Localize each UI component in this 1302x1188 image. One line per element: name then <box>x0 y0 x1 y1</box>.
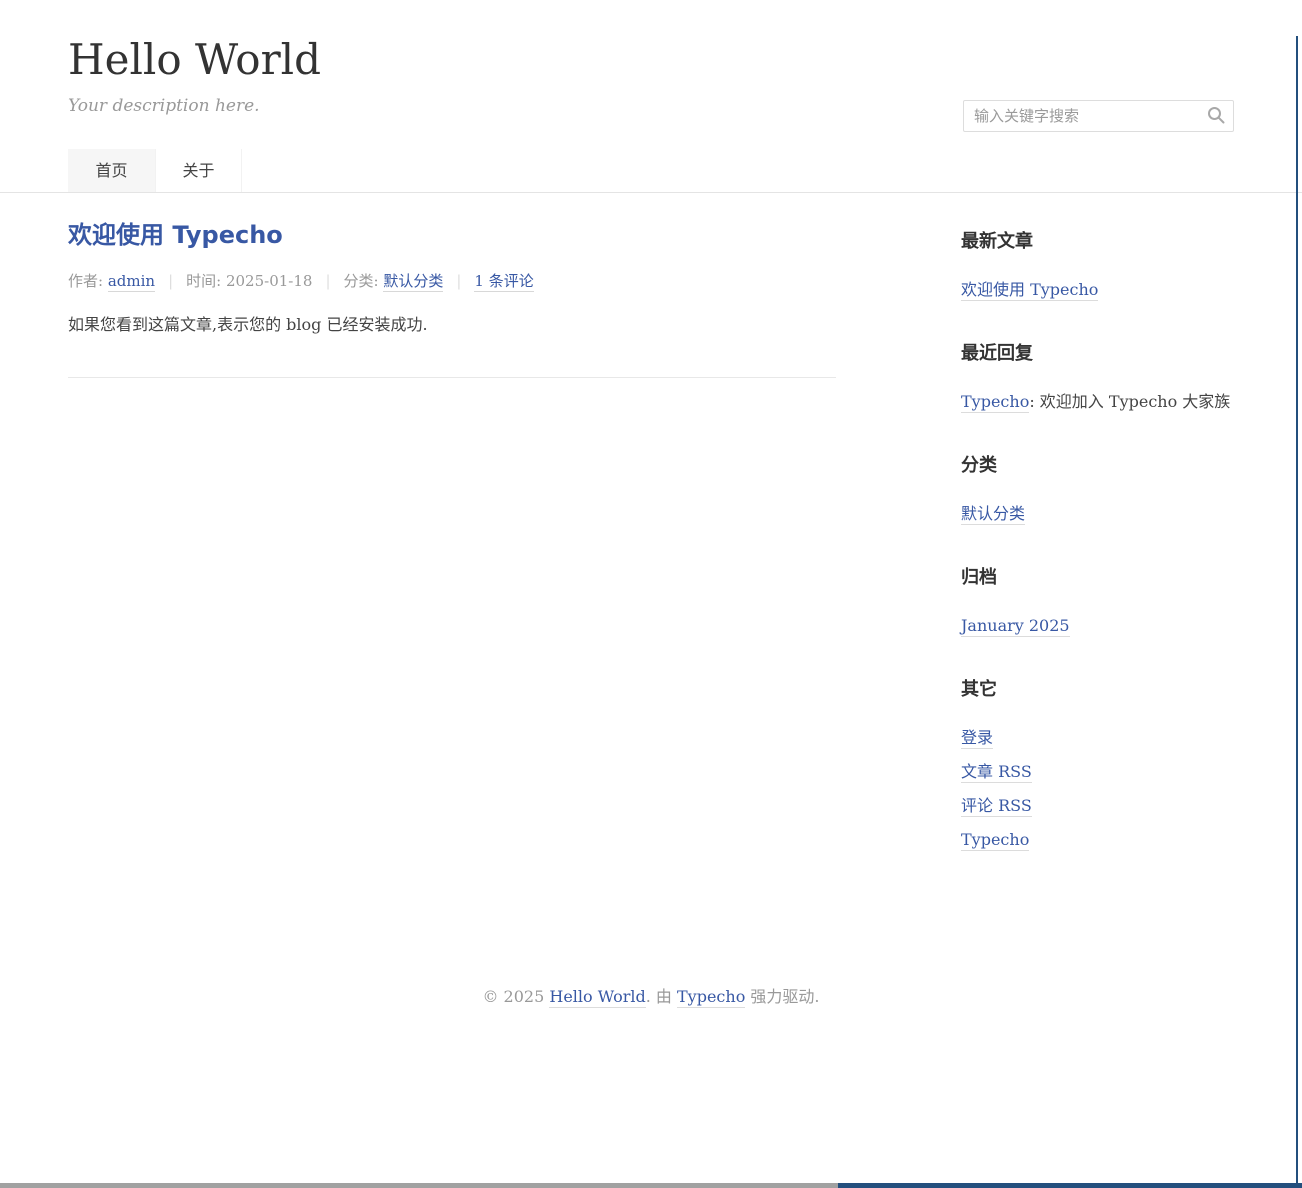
login-link[interactable]: 登录 <box>961 728 993 749</box>
widget-archives: 归档 January 2025 <box>961 565 1234 643</box>
widget-recent-comments: 最近回复 Typecho: 欢迎加入 Typecho 大家族 <box>961 341 1234 419</box>
list-item: 评论 RSS <box>961 789 1234 823</box>
search-button[interactable] <box>1203 104 1229 128</box>
list-item: 欢迎使用 Typecho <box>961 273 1234 307</box>
recent-post-link[interactable]: 欢迎使用 Typecho <box>961 280 1098 301</box>
search-form <box>963 100 1234 132</box>
site-footer: © 2025 Hello World. 由 Typecho 强力驱动. <box>0 986 1302 1008</box>
post-body: 如果您看到这篇文章,表示您的 blog 已经安装成功. <box>68 313 836 337</box>
page-title: Hello World <box>68 36 1234 84</box>
widget-title: 最新文章 <box>961 229 1234 255</box>
window-edge <box>1296 36 1298 1188</box>
widget-title: 分类 <box>961 453 1234 479</box>
post-title: 欢迎使用 Typecho <box>68 219 836 251</box>
main-nav: 首页 关于 <box>68 149 1234 192</box>
widget-categories: 分类 默认分类 <box>961 453 1234 531</box>
comments-link[interactable]: 1 条评论 <box>474 272 533 292</box>
author-label: 作者: <box>68 272 108 290</box>
widget-misc: 其它 登录 文章 RSS 评论 RSS Typecho <box>961 677 1234 857</box>
list-item: Typecho: 欢迎加入 Typecho 大家族 <box>961 385 1234 419</box>
taskbar-edge <box>0 1183 1302 1188</box>
post: 欢迎使用 Typecho 作者: admin | 时间: 2025-01-18 | 分类… <box>68 219 836 378</box>
footer-suffix-text: 强力驱动. <box>745 987 819 1006</box>
category-link[interactable]: 默认分类 <box>961 504 1025 525</box>
search-icon <box>1206 113 1226 128</box>
list-item: January 2025 <box>961 609 1234 643</box>
footer-engine-link[interactable]: Typecho <box>677 987 745 1008</box>
footer-mid-text: . 由 <box>646 987 677 1006</box>
widget-title: 最近回复 <box>961 341 1234 367</box>
taskbar-edge-blue <box>838 1183 1302 1188</box>
nav-item-about[interactable]: 关于 <box>155 149 242 192</box>
comments-rss-link[interactable]: 评论 RSS <box>961 796 1032 817</box>
post-meta: 作者: admin | 时间: 2025-01-18 | 分类: 默认分类 | 1 条评论 <box>68 271 836 291</box>
list-item: Typecho <box>961 823 1234 857</box>
comment-excerpt: : 欢迎加入 Typecho 大家族 <box>1029 392 1230 411</box>
widget-title: 其它 <box>961 677 1234 703</box>
widget-title: 归档 <box>961 565 1234 591</box>
meta-separator: | <box>168 272 173 290</box>
author-link[interactable]: admin <box>108 272 155 292</box>
post-title-link[interactable]: 欢迎使用 Typecho <box>68 221 283 249</box>
taskbar-edge-gray <box>0 1183 838 1188</box>
posts-rss-link[interactable]: 文章 RSS <box>961 762 1032 783</box>
sidebar: 最新文章 欢迎使用 Typecho 最近回复 Typecho: 欢迎加入 Typ… <box>961 193 1234 891</box>
meta-separator: | <box>325 272 330 290</box>
list-item: 文章 RSS <box>961 755 1234 789</box>
meta-separator: | <box>456 272 461 290</box>
nav-item-home[interactable]: 首页 <box>68 149 155 192</box>
widget-recent-posts: 最新文章 欢迎使用 Typecho <box>961 229 1234 307</box>
list-item: 登录 <box>961 721 1234 755</box>
site-title-link[interactable]: Hello World <box>68 35 321 84</box>
post-list: 欢迎使用 Typecho 作者: admin | 时间: 2025-01-18 | 分类… <box>68 193 836 891</box>
archive-link[interactable]: January 2025 <box>961 616 1070 637</box>
post-date: 时间: 2025-01-18 <box>186 272 312 290</box>
list-item: 默认分类 <box>961 497 1234 531</box>
post-divider <box>68 377 836 378</box>
site-header: Hello World Your description here. 首页 关于 <box>0 36 1302 193</box>
comment-author-link[interactable]: Typecho <box>961 392 1029 413</box>
category-link[interactable]: 默认分类 <box>383 272 443 292</box>
footer-site-link[interactable]: Hello World <box>549 987 645 1008</box>
category-label: 分类: <box>344 272 384 290</box>
copyright-text: © 2025 <box>482 987 549 1006</box>
search-input[interactable] <box>964 101 1233 131</box>
typecho-link[interactable]: Typecho <box>961 830 1029 851</box>
